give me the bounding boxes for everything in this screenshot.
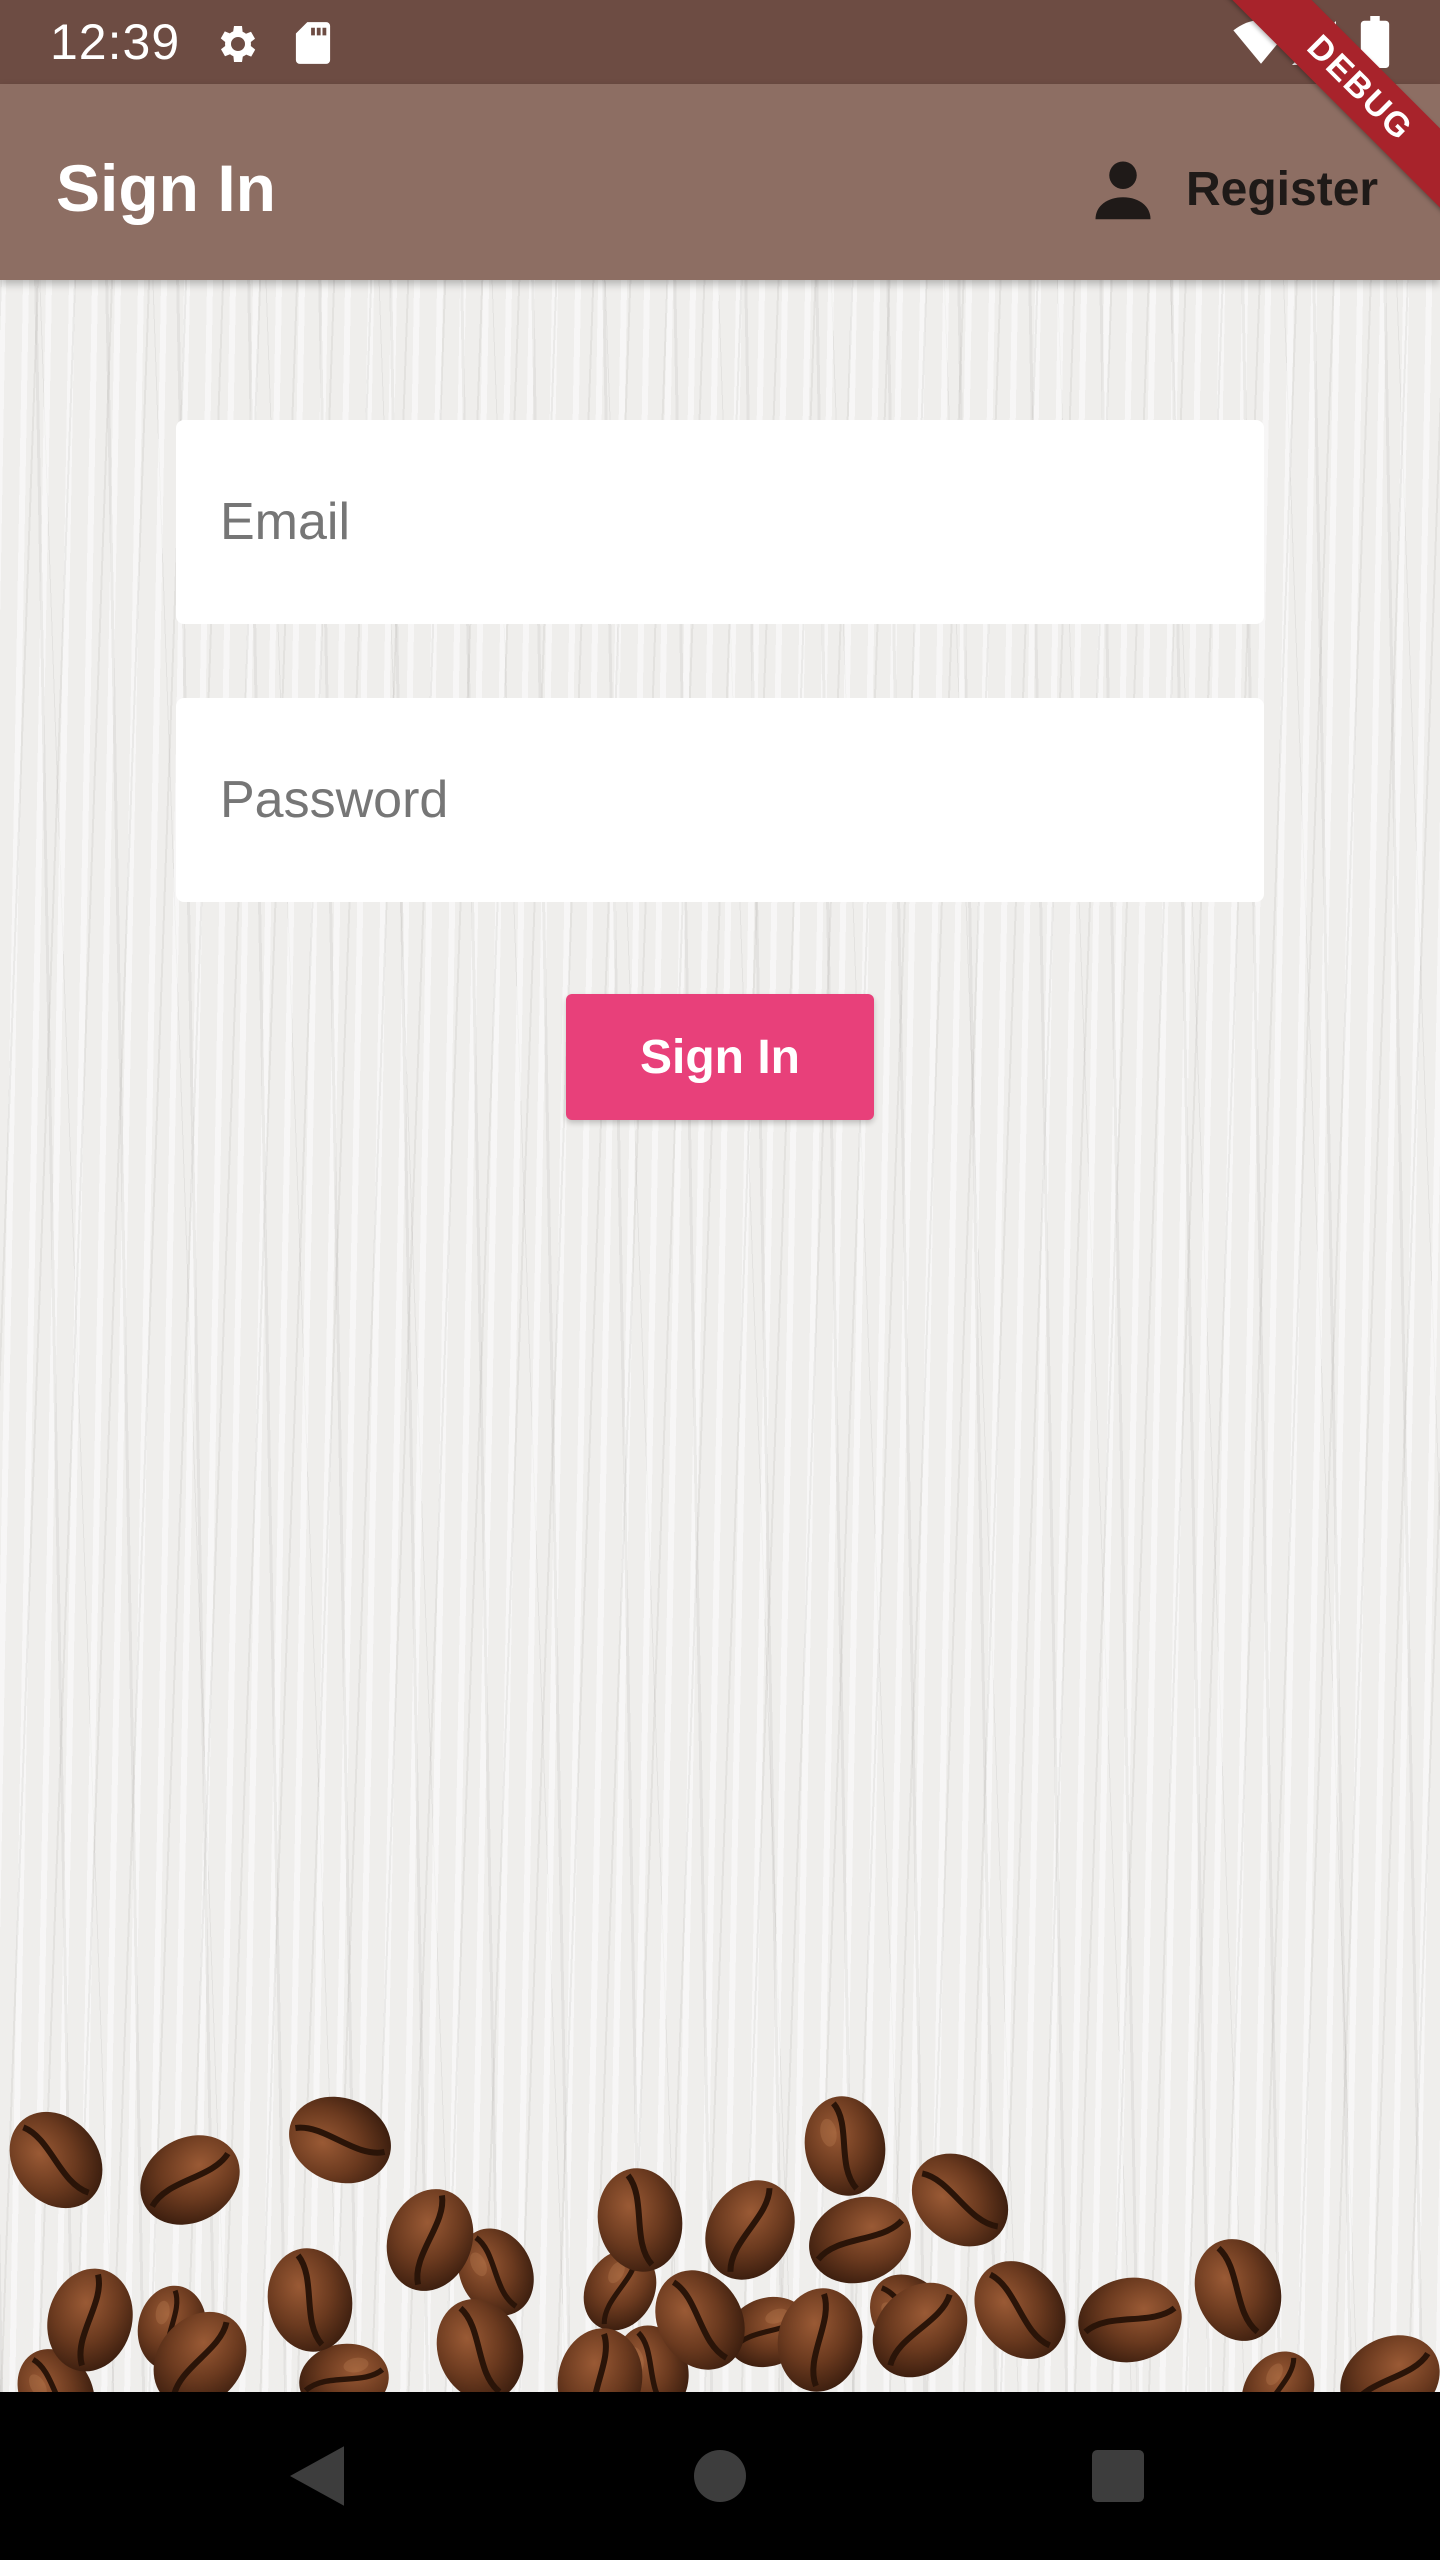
password-input[interactable] (218, 769, 1264, 831)
home-icon[interactable] (694, 2450, 746, 2502)
email-input[interactable] (218, 491, 1264, 553)
register-button[interactable]: Register (1090, 144, 1410, 234)
coffee-beans-pile (0, 2060, 1440, 2392)
app-bar: Sign In Register (0, 84, 1440, 280)
navigation-bar (0, 2392, 1440, 2560)
status-time: 12:39 (50, 14, 181, 70)
email-field[interactable] (176, 420, 1264, 624)
sd-card-icon (295, 22, 331, 64)
gear-icon (220, 26, 256, 62)
recents-icon[interactable] (1092, 2450, 1144, 2502)
password-field[interactable] (176, 698, 1264, 902)
status-bar: 12:39 (0, 0, 1440, 84)
sign-in-button[interactable]: Sign In (566, 994, 874, 1120)
person-icon (1095, 161, 1151, 220)
register-label: Register (1186, 162, 1379, 216)
back-icon[interactable] (290, 2446, 344, 2506)
page-title: Sign In (56, 151, 276, 225)
